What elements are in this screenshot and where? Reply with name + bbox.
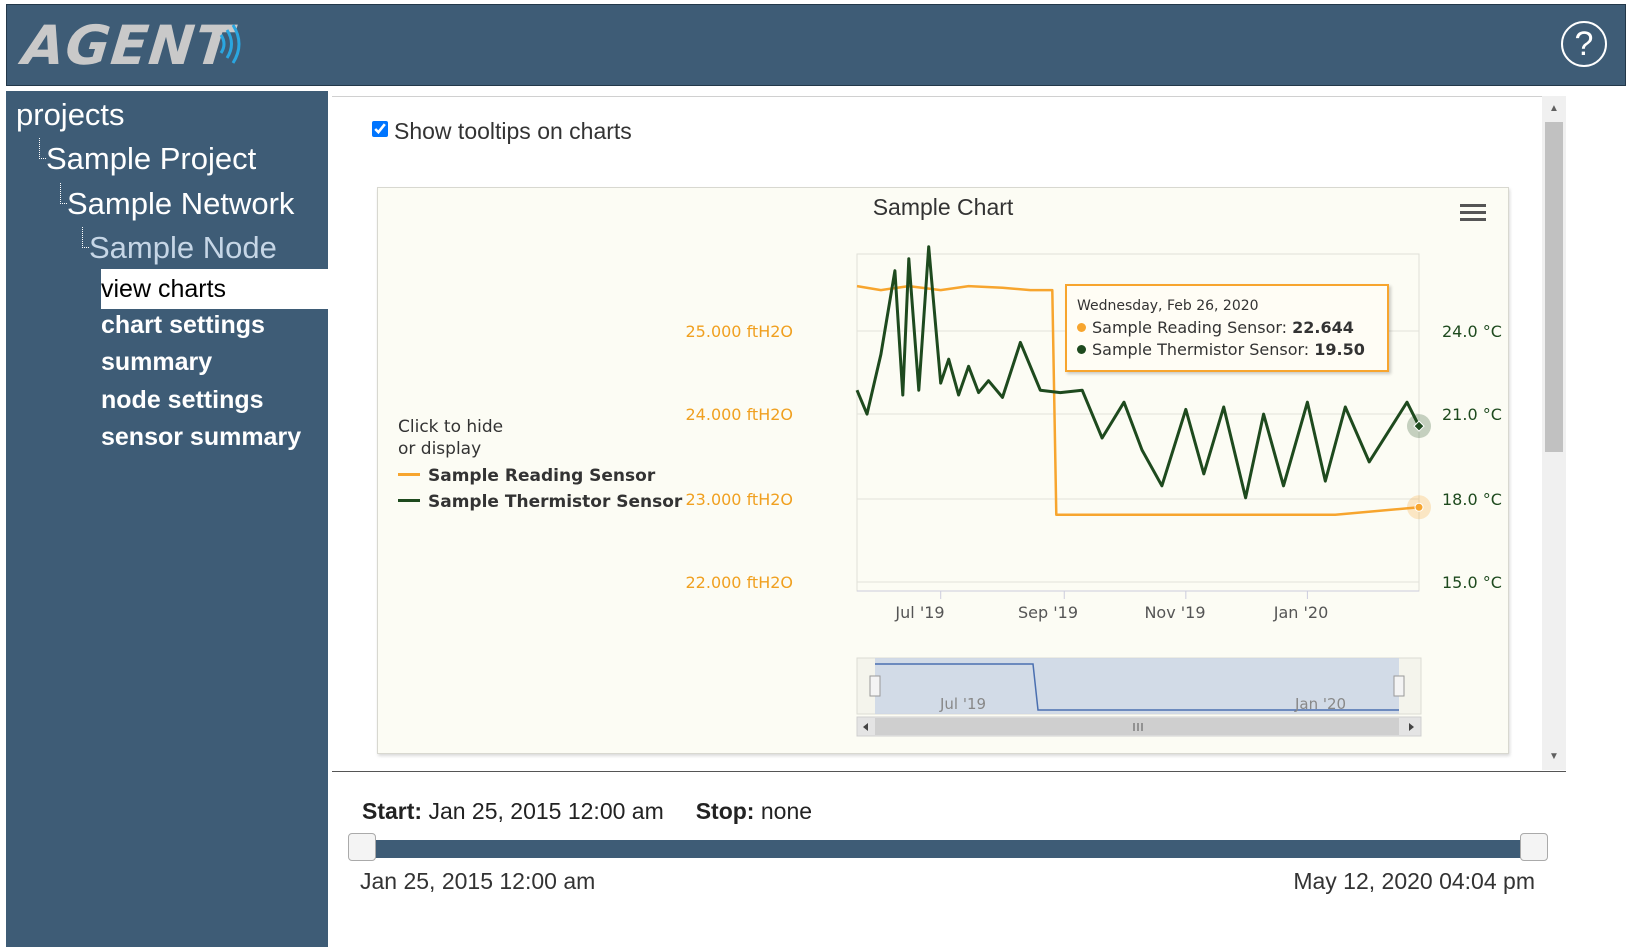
legend-item-thermistor[interactable]: Sample Thermistor Sensor	[398, 492, 682, 512]
start-value: Jan 25, 2015 12:00 am	[428, 798, 664, 824]
y-left-tick: 25.000 ftH2O	[685, 322, 794, 341]
range-summary: Start: Jan 25, 2015 12:00 am Stop: none	[362, 798, 812, 825]
start-label: Start:	[362, 798, 423, 824]
sidebar: projects Sample Project Sample Network S…	[6, 91, 328, 947]
question-circle-icon: ?	[1574, 25, 1594, 63]
tooltip-dot	[1077, 345, 1086, 354]
navigator-handle-right	[1393, 675, 1405, 697]
tooltip-value: 22.644	[1292, 318, 1354, 337]
signal-waves-icon	[219, 24, 241, 64]
chart-menu-button[interactable]	[1460, 204, 1486, 225]
chart-container: Sample Chart Click to hide or display Sa…	[377, 187, 1509, 754]
tree-sample-network[interactable]: Sample Network	[67, 186, 294, 222]
legend-item-reading[interactable]: Sample Reading Sensor	[398, 466, 682, 486]
chart-title: Sample Chart	[872, 194, 1014, 220]
y-left-tick: 22.000 ftH2O	[685, 573, 794, 592]
y-right-tick: 21.0 °C	[1442, 405, 1502, 424]
stop-value: none	[760, 798, 813, 824]
chart-legend: Click to hide or display Sample Reading …	[398, 416, 682, 512]
navigator-label: Jul '19	[940, 695, 987, 713]
legend-swatch	[398, 499, 420, 502]
slider-min-label: Jan 25, 2015 12:00 am	[360, 868, 596, 894]
date-range-slider[interactable]	[366, 840, 1536, 858]
tree-connector	[60, 183, 67, 204]
nav-node-settings[interactable]: node settings	[101, 386, 264, 415]
tooltip-row-thermistor: Sample Thermistor Sensor: 19.50	[1077, 340, 1365, 359]
y-left-tick: 23.000 ftH2O	[685, 490, 794, 509]
app-header: AGENT ?	[6, 4, 1626, 86]
legend-hint-line: Click to hide	[398, 417, 504, 437]
scroll-down-icon[interactable]: ▼	[1542, 748, 1566, 766]
tooltip-value: 19.50	[1314, 340, 1365, 359]
tree-sample-node[interactable]: Sample Node	[89, 230, 277, 266]
slider-end-handle[interactable]	[1520, 833, 1548, 861]
tooltip-label: Sample Thermistor Sensor:	[1092, 340, 1310, 359]
tooltip-toggle[interactable]: Show tooltips on charts	[372, 118, 632, 145]
tooltip-checkbox[interactable]	[372, 121, 388, 137]
agent-logo: AGENT	[19, 14, 237, 77]
vertical-scrollbar[interactable]: ▲ ▼	[1542, 96, 1566, 770]
navigator-scrollbar-thumb	[875, 718, 1399, 735]
y-right-tick: 15.0 °C	[1442, 573, 1502, 592]
tooltip-date: Wednesday, Feb 26, 2020	[1077, 298, 1259, 314]
navigator-handle-left	[869, 675, 881, 697]
tooltip-label: Sample Reading Sensor:	[1092, 318, 1288, 337]
tooltip-checkbox-label: Show tooltips on charts	[394, 118, 632, 144]
hover-point-reading	[1414, 502, 1424, 512]
legend-label: Sample Reading Sensor	[428, 466, 656, 486]
x-tick: Sep '19	[1018, 603, 1078, 622]
tooltip-dot	[1077, 323, 1086, 332]
nav-summary[interactable]: summary	[101, 348, 212, 377]
tooltip-row-reading: Sample Reading Sensor: 22.644	[1077, 318, 1354, 337]
tree-connector	[82, 227, 89, 248]
tree-connector	[39, 138, 46, 159]
stop-label: Stop:	[695, 798, 755, 824]
slider-start-handle[interactable]	[348, 833, 376, 861]
date-range-panel: Start: Jan 25, 2015 12:00 am Stop: none …	[332, 771, 1566, 948]
tree-sample-project[interactable]: Sample Project	[46, 141, 256, 177]
nav-chart-settings[interactable]: chart settings	[101, 311, 265, 340]
y-right-tick: 24.0 °C	[1442, 322, 1502, 341]
y-left-tick: 24.000 ftH2O	[685, 405, 794, 424]
scroll-thumb[interactable]	[1545, 122, 1563, 452]
legend-hint-line: or display	[398, 439, 482, 459]
legend-swatch	[398, 473, 420, 476]
help-button[interactable]: ?	[1561, 21, 1607, 67]
slider-max-label: May 12, 2020 04:04 pm	[1293, 868, 1535, 894]
y-right-tick: 18.0 °C	[1442, 490, 1502, 509]
nav-sensor-summary[interactable]: sensor summary	[101, 423, 301, 452]
legend-label: Sample Thermistor Sensor	[428, 492, 683, 512]
x-tick: Jan '20	[1273, 603, 1329, 622]
navigator-label: Jan '20	[1295, 695, 1347, 713]
nav-view-charts[interactable]: view charts	[101, 269, 328, 309]
scroll-up-icon[interactable]: ▲	[1542, 100, 1566, 118]
tree-projects[interactable]: projects	[16, 97, 125, 133]
chart-tooltip: Wednesday, Feb 26, 2020 Sample Reading S…	[1065, 284, 1389, 372]
x-tick: Nov '19	[1144, 603, 1206, 622]
x-tick: Jul '19	[895, 603, 945, 622]
